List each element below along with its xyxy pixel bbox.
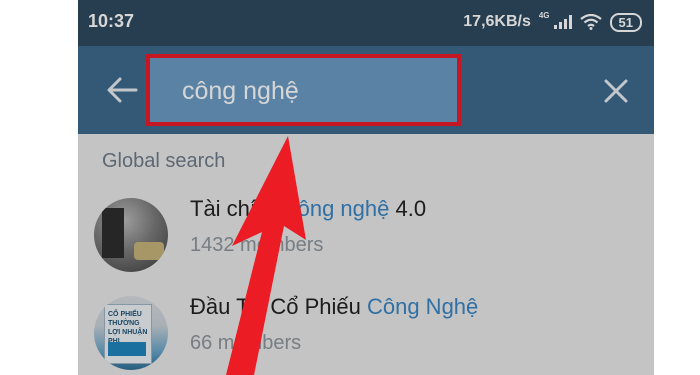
avatar: CỔ PHIẾU THƯỜNG LỢI NHUẬN PHI THƯỜNG (94, 296, 168, 370)
arrow-left-icon[interactable] (102, 72, 142, 108)
result-title: Tài chính công nghệ 4.0 (190, 196, 426, 222)
status-indicators: 17,6KB/s 4G 51 (463, 11, 642, 33)
title-prefix: Tài chính (190, 196, 287, 221)
close-icon[interactable] (598, 73, 634, 109)
result-title: Đầu Tư Cổ Phiếu Công Nghệ (190, 294, 478, 320)
signal-icon (553, 15, 572, 29)
status-time: 10:37 (88, 11, 135, 31)
avatar (94, 198, 168, 272)
title-match: công nghệ (286, 196, 390, 221)
title-prefix: Đầu Tư Cổ Phiếu (190, 294, 367, 319)
status-bar: 10:37 17,6KB/s 4G 51 (78, 0, 654, 46)
wifi-icon (579, 14, 602, 30)
result-row[interactable]: CỔ PHIẾU THƯỜNG LỢI NHUẬN PHI THƯỜNG Đầu… (78, 288, 654, 375)
title-match: Công Nghệ (366, 294, 479, 319)
section-title: Global search (102, 150, 226, 172)
search-toolbar (78, 46, 654, 134)
phone-screen: 10:37 17,6KB/s 4G 51 Global se (78, 0, 654, 375)
network-speed: 17,6KB/s (463, 13, 531, 30)
member-count: 1432 members (190, 234, 324, 256)
network-type: 4G (538, 11, 550, 20)
search-input[interactable] (156, 64, 479, 118)
battery-indicator: 51 (609, 12, 642, 32)
search-results: Global search Tài chính công nghệ 4.0 14… (78, 134, 654, 375)
title-suffix: 4.0 (389, 196, 427, 221)
member-count: 66 members (190, 332, 302, 354)
result-row[interactable]: Tài chính công nghệ 4.0 1432 members (78, 190, 654, 286)
search-box-highlight (146, 54, 479, 126)
